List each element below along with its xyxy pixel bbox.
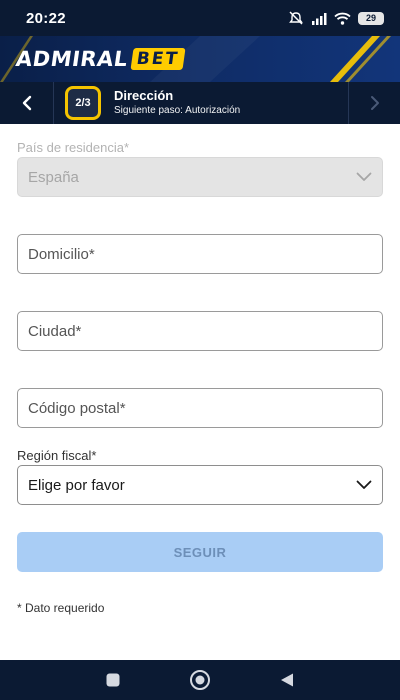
chevron-right-icon	[370, 96, 379, 110]
back-button[interactable]	[0, 82, 54, 124]
step-badge: 2/3	[65, 86, 101, 120]
android-nav-bar	[0, 660, 400, 700]
tax-region-select[interactable]: Elige por favor	[17, 465, 383, 505]
forward-button[interactable]	[348, 82, 400, 124]
tax-region-value: Elige por favor	[28, 476, 125, 494]
logo-bet-text: BET	[130, 48, 186, 70]
address-input[interactable]	[17, 234, 383, 274]
tax-region-label: Región fiscal*	[17, 448, 97, 463]
chevron-down-icon	[356, 172, 372, 181]
status-icons: 29	[288, 11, 384, 25]
mute-icon	[288, 11, 304, 25]
step-bar: 2/3 Dirección Siguiente paso: Autorizaci…	[0, 82, 400, 124]
battery-icon: 29	[358, 11, 384, 25]
admiralbet-logo: ADMIRAL BET	[14, 47, 186, 71]
status-bar: 20:22 29	[0, 0, 400, 36]
chevron-down-icon	[356, 480, 372, 489]
chevron-left-icon	[22, 95, 31, 111]
signal-icon	[311, 12, 327, 25]
wifi-icon	[334, 12, 351, 25]
step-title: Dirección	[114, 88, 174, 103]
back-icon[interactable]	[279, 672, 295, 688]
battery-level: 29	[365, 13, 376, 23]
country-value: España	[28, 168, 79, 186]
step-info: Dirección Siguiente paso: Autorización	[114, 88, 348, 118]
country-select[interactable]: España	[17, 157, 383, 197]
step-next: Siguiente paso: Autorización	[114, 105, 241, 116]
continue-button[interactable]: SEGUIR	[17, 532, 383, 572]
required-note: * Dato requerido	[17, 601, 105, 615]
city-input[interactable]	[17, 311, 383, 351]
logo-admiral-text: ADMIRAL	[14, 47, 130, 71]
brand-header: ADMIRAL BET	[0, 36, 400, 82]
home-icon[interactable]	[189, 669, 211, 691]
recents-icon[interactable]	[105, 672, 121, 688]
country-label: País de residencia*	[17, 140, 130, 155]
postal-code-input[interactable]	[17, 388, 383, 428]
status-time: 20:22	[26, 9, 66, 27]
